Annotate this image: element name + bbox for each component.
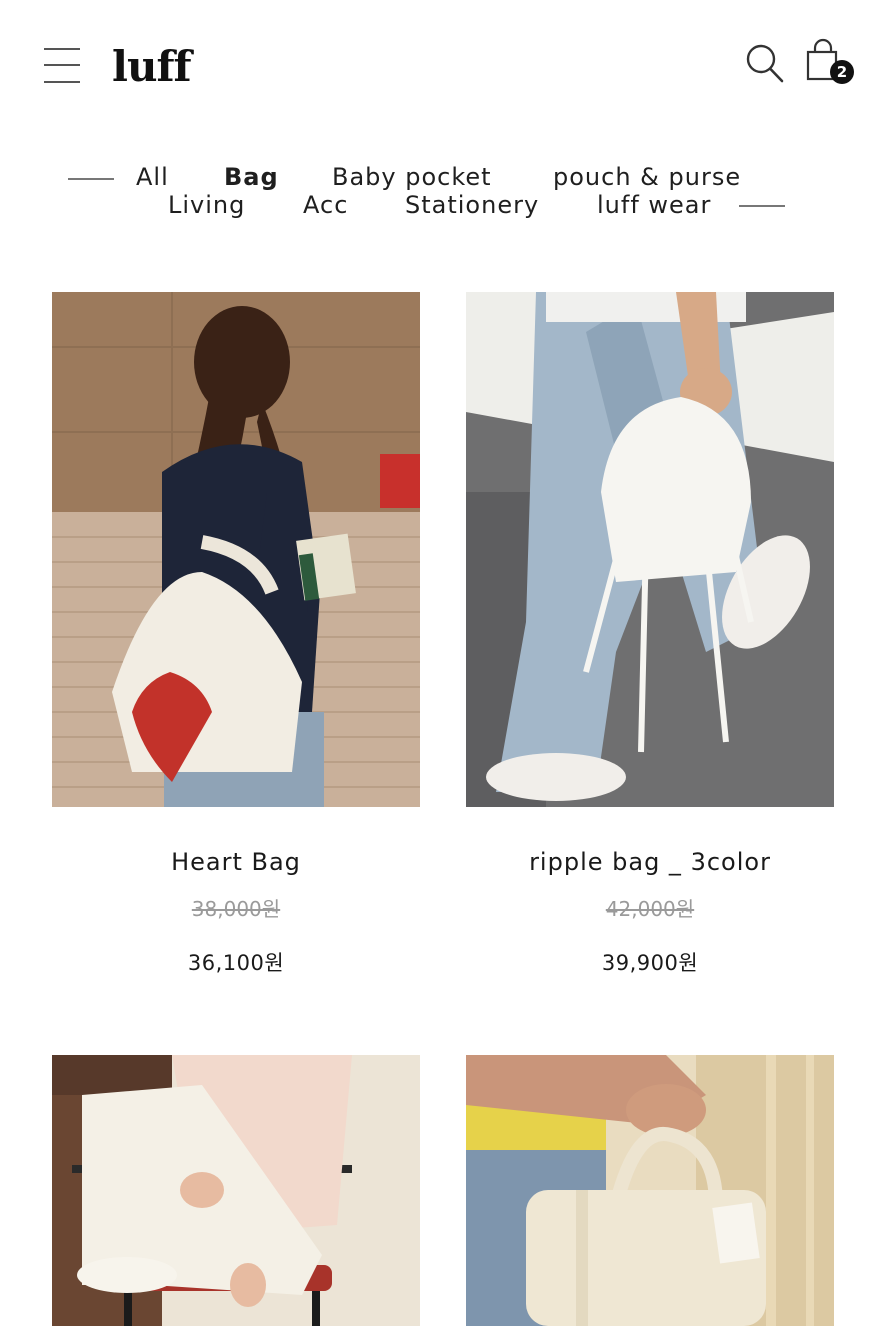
product-list-page: luff 2 All Bag Baby pocket pouch & purse… bbox=[0, 0, 886, 1326]
category-pouch-purse[interactable]: pouch & purse bbox=[553, 163, 741, 191]
category-baby-pocket[interactable]: Baby pocket bbox=[332, 163, 492, 191]
category-divider-left bbox=[68, 178, 114, 180]
product-sale-price: 36,100원 bbox=[187, 951, 285, 975]
product-original-price: 42,000원 bbox=[605, 897, 695, 921]
category-acc[interactable]: Acc bbox=[303, 191, 348, 219]
category-stationery[interactable]: Stationery bbox=[405, 191, 539, 219]
product-image-4[interactable] bbox=[466, 1055, 834, 1326]
category-all[interactable]: All bbox=[136, 163, 169, 191]
product-image-ripple-bag[interactable] bbox=[466, 292, 834, 807]
category-bag[interactable]: Bag bbox=[224, 163, 279, 191]
search-icon[interactable] bbox=[744, 42, 784, 84]
product-name[interactable]: Heart Bag bbox=[52, 848, 420, 876]
product-image-3[interactable] bbox=[52, 1055, 420, 1326]
category-living[interactable]: Living bbox=[168, 191, 245, 219]
shopping-bag-icon[interactable]: 2 bbox=[804, 38, 854, 88]
hamburger-menu-icon[interactable] bbox=[44, 46, 80, 86]
product-name[interactable]: ripple bag _ 3color bbox=[466, 848, 834, 876]
product-sale-price: 39,900원 bbox=[601, 951, 699, 975]
product-image-heart-bag[interactable] bbox=[52, 292, 420, 807]
cart-count-badge: 2 bbox=[830, 60, 854, 84]
category-divider-right bbox=[739, 205, 785, 207]
product-original-price: 38,000원 bbox=[191, 897, 281, 921]
category-luff-wear[interactable]: luff wear bbox=[597, 191, 711, 219]
brand-logo[interactable]: luff bbox=[112, 42, 192, 91]
